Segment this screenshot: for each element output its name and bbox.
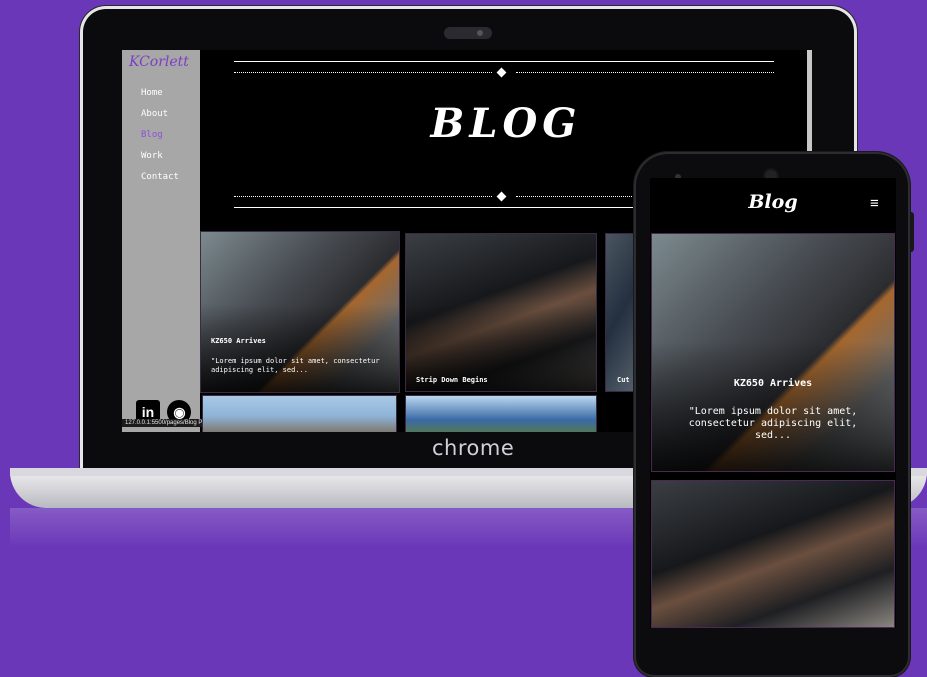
banner-dots-top-left	[234, 72, 492, 73]
post-card[interactable]	[405, 395, 597, 432]
sidebar: KCorlett Home About Blog Work Contact in…	[122, 50, 247, 432]
post-excerpt: "Lorem ipsum dolor sit amet, consectetur…	[688, 406, 858, 441]
nav-contact[interactable]: Contact	[141, 172, 179, 182]
mobile-screen: Blog ≡ KZ650 Arrives "Lorem ipsum dolor …	[650, 178, 896, 628]
post-title: KZ650 Arrives	[211, 337, 266, 345]
webcam-icon	[444, 27, 492, 39]
banner-dots-top-right	[516, 72, 774, 73]
nav-work[interactable]: Work	[141, 151, 179, 161]
mobile-page-title: Blog	[748, 191, 798, 213]
phone-frame: Blog ≡ KZ650 Arrives "Lorem ipsum dolor …	[634, 152, 914, 677]
diamond-icon	[496, 67, 507, 78]
post-card[interactable]	[202, 395, 397, 432]
mobile-post-card[interactable]: KZ650 Arrives "Lorem ipsum dolor sit ame…	[651, 233, 895, 472]
banner-rule-top	[234, 61, 774, 62]
mobile-post-card[interactable]	[651, 480, 895, 628]
device-brand: chrome	[432, 436, 515, 460]
post-title: Cut	[617, 376, 630, 384]
post-title: Strip Down Begins	[416, 376, 488, 384]
sidebar-nav: Home About Blog Work Contact	[141, 88, 179, 193]
banner-dots-bottom-left	[234, 196, 492, 197]
nav-about[interactable]: About	[141, 109, 179, 119]
post-excerpt: "Lorem ipsum dolor sit amet, consectetur…	[211, 357, 380, 374]
page-title: BLOG	[430, 100, 582, 147]
nav-home[interactable]: Home	[141, 88, 179, 98]
post-title: KZ650 Arrives	[733, 378, 813, 389]
post-card[interactable]: KZ650 Arrives "Lorem ipsum dolor sit ame…	[200, 231, 400, 393]
post-card[interactable]: Cut	[605, 233, 637, 392]
nav-blog[interactable]: Blog	[141, 130, 179, 140]
hamburger-menu-icon[interactable]: ≡	[870, 196, 879, 211]
post-card[interactable]: Strip Down Begins	[405, 233, 597, 392]
phone-side-button	[910, 212, 914, 252]
diamond-icon	[496, 191, 507, 202]
site-logo[interactable]: KCorlett	[129, 54, 189, 70]
card-shade	[201, 304, 399, 392]
